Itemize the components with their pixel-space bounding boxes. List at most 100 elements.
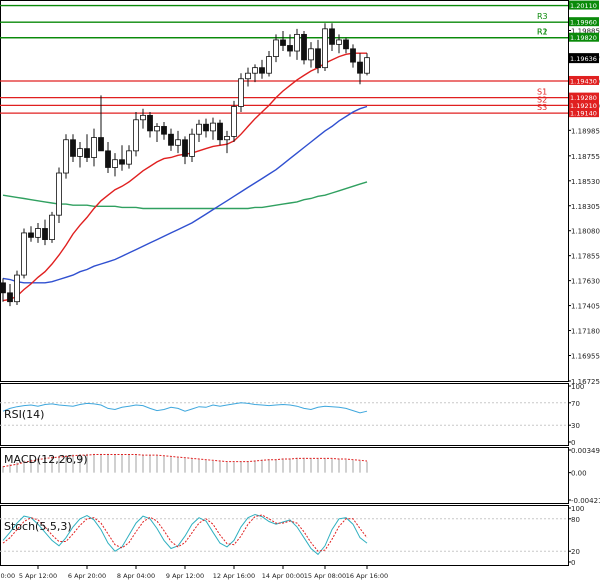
candle-body	[126, 150, 132, 165]
price-tick-label: 1.18305	[571, 203, 600, 211]
candle-body	[175, 139, 181, 146]
candle	[175, 130, 181, 154]
candle	[238, 73, 244, 113]
candle	[119, 145, 125, 171]
candle	[126, 145, 132, 169]
pivot-price-label: 1.19430	[570, 77, 597, 85]
candle-body	[336, 39, 342, 45]
price-tick-label: 1.17405	[571, 303, 600, 311]
candle-body	[357, 61, 363, 74]
pivot-name: R3	[537, 12, 548, 21]
panel-border	[0, 0, 569, 382]
rsi-label: RSI(14)	[4, 408, 44, 421]
candle	[301, 31, 307, 65]
macd-label: MACD(12,26,9)	[4, 453, 88, 466]
candle-body	[287, 45, 293, 52]
pivot-name: R1	[537, 28, 548, 37]
candle-body	[154, 126, 160, 132]
candle	[343, 37, 349, 54]
candle-body	[7, 292, 13, 303]
osc-tick-label: 0.003493	[571, 447, 600, 455]
candle	[308, 42, 314, 68]
candle	[70, 134, 76, 162]
stoch-panel: 100 80 20 0 Stoch(5,5,3)	[0, 505, 584, 567]
candle	[252, 64, 258, 83]
price-tick-label: 1.18985	[571, 127, 600, 135]
candle	[77, 141, 83, 168]
time-tick-label: 5 Apr 12:00	[19, 572, 57, 580]
candle	[140, 108, 146, 129]
candle-body	[35, 228, 41, 238]
candle-body	[77, 148, 83, 157]
candle-body	[280, 39, 286, 46]
candle-body	[322, 28, 328, 69]
candle-body	[189, 133, 195, 157]
candle-body	[91, 137, 97, 158]
price-panel: 1.198851.196551.194301.192101.189851.187…	[0, 0, 600, 386]
macd-panel: 0.003493 0.00 -0.004218 MACD(12,26,9)	[2, 447, 600, 505]
current-price-label: 1.19636	[570, 55, 597, 63]
time-tick-label: 14 Apr 00:00	[262, 572, 304, 580]
price-tick-label: 1.18755	[571, 153, 600, 161]
time-tick-label: 8 Apr 04:00	[117, 572, 155, 580]
candle	[105, 141, 111, 174]
candle	[42, 219, 48, 246]
candle	[357, 53, 363, 85]
candle	[0, 278, 6, 302]
pivot-price-label: 1.19820	[570, 34, 597, 42]
candle-body	[28, 232, 34, 238]
candle-body	[105, 150, 111, 168]
candle	[28, 226, 34, 242]
candle	[161, 122, 167, 140]
candle	[84, 134, 90, 162]
candle-body	[21, 232, 27, 276]
candle-body	[168, 133, 174, 146]
time-tick-label: 15 Apr 08:00	[304, 572, 346, 580]
candle	[350, 44, 356, 68]
candle-body	[350, 48, 356, 63]
rsi-line	[2, 402, 368, 414]
price-tick-label: 1.17180	[571, 328, 600, 336]
osc-tick-label: 30	[571, 422, 580, 430]
pivot-price-label: 1.19140	[570, 110, 597, 118]
candle-body	[224, 136, 230, 141]
forex-chart: 1.198851.196551.194301.192101.189851.187…	[0, 0, 600, 580]
candle-body	[217, 122, 223, 141]
pivot-price-label: 1.20110	[570, 2, 597, 10]
candle	[245, 67, 251, 87]
candle	[329, 23, 335, 52]
candle	[196, 119, 202, 142]
candle-body	[294, 33, 300, 52]
candle-body	[245, 72, 251, 80]
panel-border	[0, 383, 569, 446]
candle	[266, 51, 272, 77]
candle	[273, 34, 279, 63]
candle-body	[315, 48, 321, 69]
candle	[49, 211, 55, 243]
candle-body	[266, 56, 272, 74]
candle	[112, 153, 118, 177]
candle	[189, 128, 195, 162]
candle	[322, 23, 328, 71]
osc-tick-label: 80	[571, 516, 580, 524]
pivot-name: S3	[537, 103, 547, 112]
candle-body	[231, 106, 237, 137]
time-tick-label: 16 Apr 16:00	[346, 572, 388, 580]
candle	[224, 130, 230, 154]
candle-body	[14, 274, 20, 303]
candle-body	[161, 126, 167, 135]
candle-body	[42, 228, 48, 240]
candle	[63, 134, 69, 179]
candle	[217, 119, 223, 146]
osc-tick-label: 0	[571, 439, 575, 447]
candle-body	[329, 28, 335, 45]
candle-body	[63, 139, 69, 174]
candle-body	[112, 159, 118, 168]
candle	[280, 31, 286, 52]
candle-body	[301, 33, 307, 61]
candle	[294, 28, 300, 60]
osc-tick-label: -0.004218	[571, 497, 600, 505]
pivot-price-label: 1.19960	[570, 19, 597, 27]
candle	[14, 270, 20, 306]
candle	[21, 228, 27, 279]
